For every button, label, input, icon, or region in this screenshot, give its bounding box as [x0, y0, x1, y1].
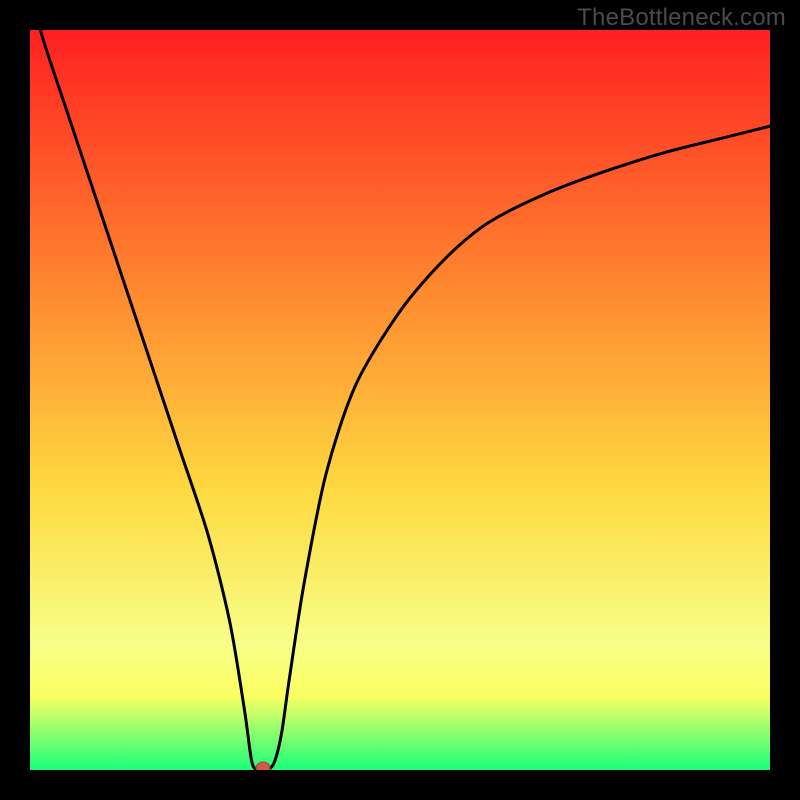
- watermark-text: TheBottleneck.com: [577, 4, 786, 32]
- gradient-background: [30, 30, 770, 770]
- chart-frame: TheBottleneck.com: [0, 0, 800, 800]
- optimal-point-marker: [256, 762, 270, 770]
- plot-area: [30, 30, 770, 770]
- chart-svg: [30, 30, 770, 770]
